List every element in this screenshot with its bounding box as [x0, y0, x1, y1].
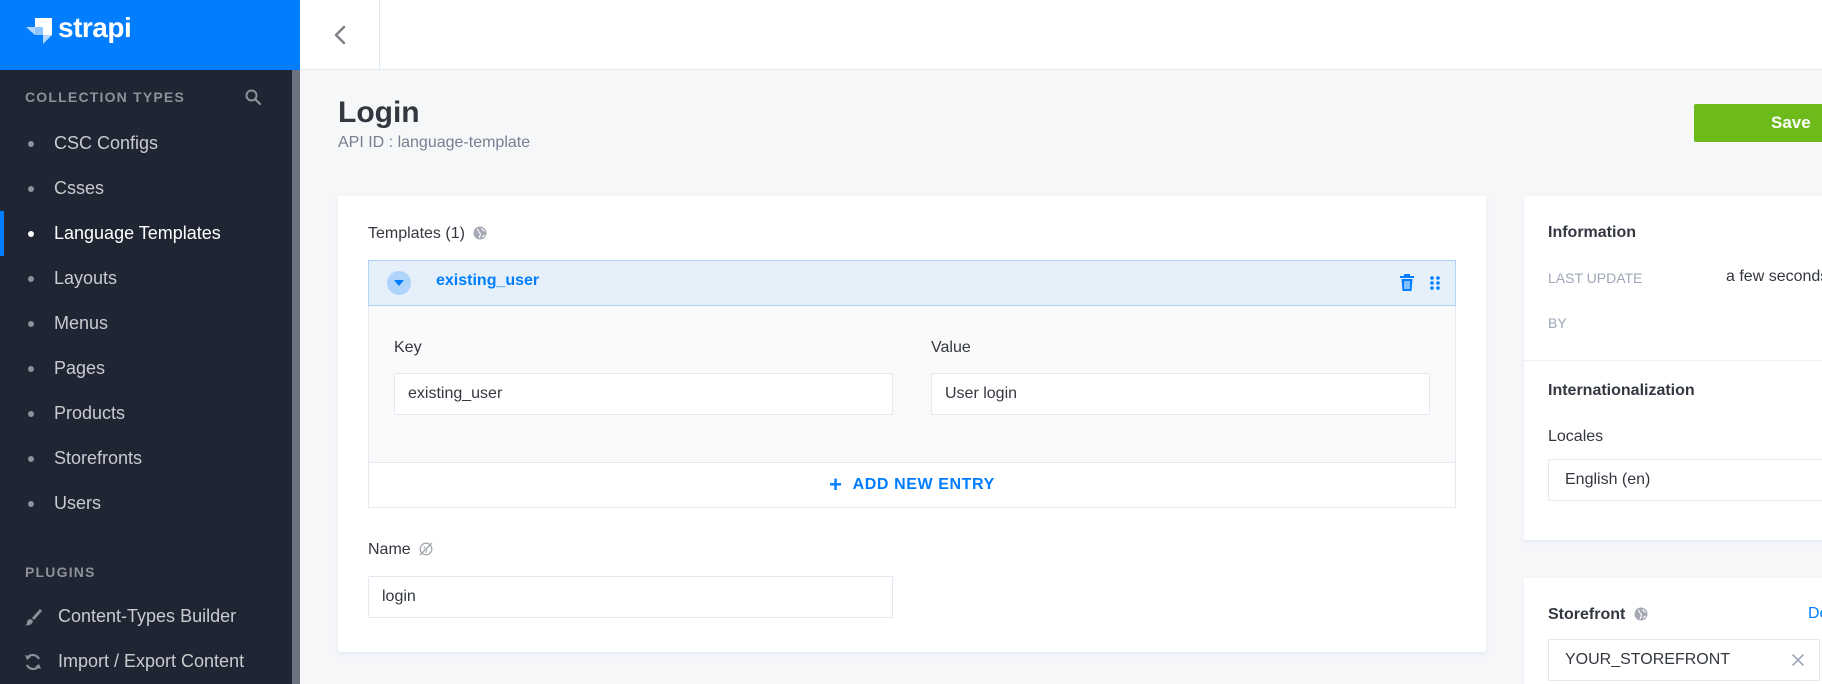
- storefront-details-link[interactable]: De: [1808, 605, 1822, 623]
- right-column: Information LAST UPDATE a few seconds ag…: [0, 0, 1822, 684]
- storefront-value: YOUR_STOREFRONT: [1565, 651, 1731, 668]
- storefront-label: Storefront: [1548, 606, 1648, 624]
- information-title: Information: [1548, 224, 1636, 241]
- last-update-value: a few seconds ago: [1726, 268, 1822, 285]
- divider: [1524, 360, 1822, 361]
- storefront-select[interactable]: YOUR_STOREFRONT: [1548, 639, 1820, 681]
- clear-icon[interactable]: [1792, 654, 1804, 666]
- locales-label: Locales: [1548, 428, 1604, 445]
- locale-select[interactable]: English (en): [1548, 459, 1822, 501]
- storefront-label-text: Storefront: [1548, 606, 1626, 623]
- by-label: BY: [1548, 315, 1567, 331]
- internationalization-title: Internationalization: [1548, 382, 1695, 399]
- globe-icon: [1634, 607, 1648, 621]
- last-update-label: LAST UPDATE: [1548, 270, 1643, 286]
